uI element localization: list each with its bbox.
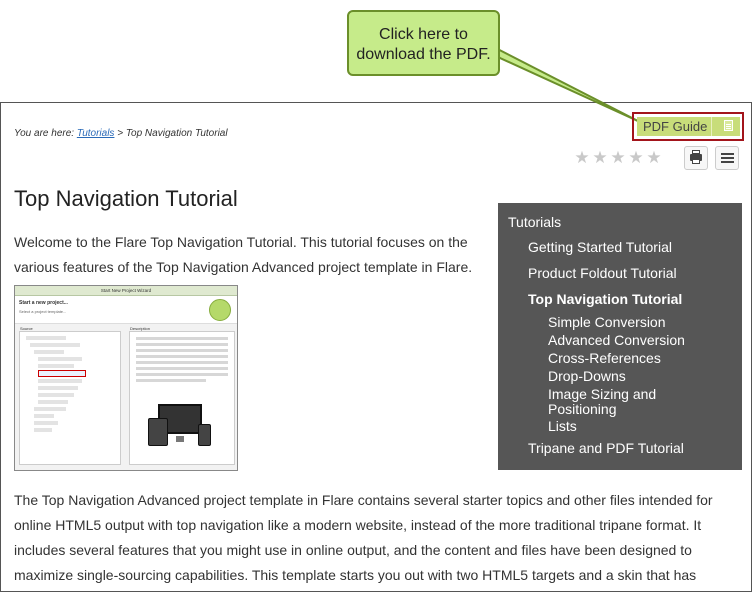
description-line (136, 379, 206, 382)
tree-row (34, 428, 52, 432)
nav-subitem-advanced-conversion[interactable]: Advanced Conversion (548, 333, 728, 348)
nav-item-top-navigation[interactable]: Top Navigation Tutorial (528, 291, 682, 307)
template-description (129, 331, 235, 465)
nav-subitem-simple-conversion[interactable]: Simple Conversion (548, 315, 728, 330)
tree-row (38, 393, 74, 397)
tree-row (34, 350, 64, 354)
button-divider (711, 117, 712, 136)
description-line (136, 355, 228, 358)
tree-row (34, 407, 66, 411)
callout-text: Click here to download the PDF. (356, 26, 491, 63)
callout-bubble: Click here to download the PDF. (347, 10, 500, 76)
star-icon[interactable]: ★ (645, 148, 663, 168)
tree-row (30, 343, 80, 347)
flare-logo-icon (209, 299, 231, 321)
breadcrumb-current: Top Navigation Tutorial (125, 128, 228, 139)
tree-row (38, 364, 74, 368)
nav-item-product-foldout[interactable]: Product Foldout Tutorial (528, 265, 677, 281)
description-line (136, 337, 228, 340)
wizard-screenshot: Start New Project Wizard Start a new pro… (14, 285, 238, 471)
star-icon[interactable]: ★ (609, 148, 627, 168)
nav-item-getting-started[interactable]: Getting Started Tutorial (528, 239, 672, 255)
nav-subitem-drop-downs[interactable]: Drop-Downs (548, 369, 728, 384)
nav-subitem-image-sizing[interactable]: Image Sizing and Positioning (548, 387, 678, 417)
star-icon[interactable]: ★ (591, 148, 609, 168)
nav-subitem-lists[interactable]: Lists (548, 419, 728, 434)
wizard-heading: Start a new project... (19, 300, 68, 306)
pdf-guide-button[interactable]: PDF Guide (637, 117, 740, 136)
description-line (136, 373, 228, 376)
print-button[interactable] (684, 146, 708, 170)
description-line (136, 361, 228, 364)
description-line (136, 349, 228, 352)
description-line (136, 343, 228, 346)
nav-item-tripane-pdf[interactable]: Tripane and PDF Tutorial (528, 440, 684, 456)
selected-template-highlight (38, 370, 86, 377)
star-icon[interactable]: ★ (573, 148, 591, 168)
tree-row (26, 336, 66, 340)
breadcrumb: You are here: Tutorials > Top Navigation… (14, 128, 228, 139)
rating-stars[interactable]: ★ ★ ★ ★ ★ (573, 148, 663, 168)
devices-preview (148, 404, 212, 448)
pdf-highlight-box: PDF Guide (632, 112, 744, 141)
description-line (136, 367, 228, 370)
tablet-icon (148, 418, 168, 446)
document-icon (724, 120, 733, 131)
breadcrumb-separator: > (117, 128, 124, 139)
phone-icon (198, 424, 211, 446)
list-icon (721, 153, 734, 155)
tree-row (34, 421, 58, 425)
wizard-header: Start a new project... Select a project … (15, 296, 237, 324)
nav-subitem-cross-references[interactable]: Cross-References (548, 351, 728, 366)
tree-row (38, 379, 82, 383)
nav-item-tutorials[interactable]: Tutorials (508, 214, 561, 230)
breadcrumb-prefix: You are here: (14, 128, 75, 139)
star-icon[interactable]: ★ (627, 148, 645, 168)
tree-row (34, 414, 54, 418)
tree-row (38, 400, 68, 404)
page-title: Top Navigation Tutorial (14, 186, 238, 211)
side-navigation: Tutorials Getting Started Tutorial Produ… (498, 203, 742, 470)
list-button[interactable] (715, 146, 739, 170)
tree-row (38, 357, 82, 361)
pdf-guide-label: PDF Guide (643, 119, 708, 134)
browser-page: You are here: Tutorials > Top Navigation… (0, 102, 752, 592)
wizard-title: Start New Project Wizard (15, 286, 237, 296)
tree-row (38, 386, 78, 390)
breadcrumb-link-tutorials[interactable]: Tutorials (77, 128, 115, 139)
body-paragraph: The Top Navigation Advanced project temp… (14, 492, 713, 583)
wizard-subheading: Select a project template... (19, 309, 67, 314)
printer-icon (690, 150, 702, 164)
intro-paragraph: Welcome to the Flare Top Navigation Tuto… (14, 234, 473, 275)
template-tree (19, 331, 121, 465)
